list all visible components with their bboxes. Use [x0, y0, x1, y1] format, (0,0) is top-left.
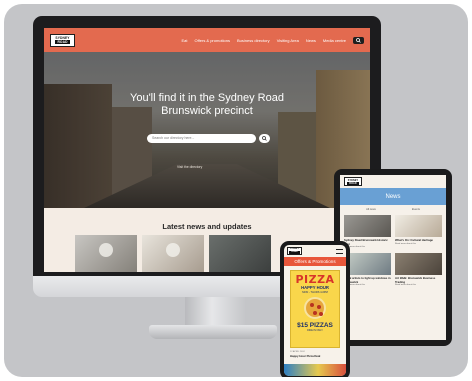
tablet-page-title: News	[385, 193, 401, 200]
news-card[interactable]: Local artists to light up windows in Bru…	[344, 253, 391, 287]
mockup-background: SYDNEY ROAD Eat Offers & promotions Busi…	[4, 4, 468, 377]
nav-item-media[interactable]: Media centre	[323, 38, 346, 43]
news-thumbnail[interactable]	[142, 235, 204, 272]
desktop-screen: SYDNEY ROAD Eat Offers & promotions Busi…	[44, 28, 370, 272]
news-card-title: Sydney Road Brunswick Historic Tour	[344, 238, 388, 245]
tablet-page-banner: News	[340, 188, 446, 205]
directory-link[interactable]: Visit the directory	[177, 165, 202, 169]
search-icon	[356, 37, 361, 43]
pizza-icon	[304, 297, 326, 319]
site-logo[interactable]: SYDNEY ROAD	[287, 247, 302, 255]
tablet-filters: All news Events	[340, 205, 446, 213]
filter-events[interactable]: Events	[412, 208, 420, 211]
hero-search-input[interactable]: Search our directory here...	[147, 134, 256, 143]
news-card-text: Read more about this	[395, 284, 416, 286]
tablet-header: SYDNEY ROAD	[340, 175, 446, 188]
news-card-image	[395, 253, 442, 275]
offer-caption[interactable]: Happy Hour Pizza Deal	[290, 354, 340, 358]
news-card-title: Local artists to light up windows in Bru…	[344, 276, 391, 284]
news-section-title: Latest news and updates	[162, 222, 252, 231]
nav-item-visiting[interactable]: Visiting Area	[277, 38, 299, 43]
hero-search-button[interactable]	[259, 134, 270, 143]
poster-note: DINE IN ONLY	[307, 329, 323, 332]
tablet-screen: SYDNEY ROAD News All news Events Sydney …	[340, 175, 446, 340]
nav-search-button[interactable]	[353, 36, 364, 44]
nav-item-offers[interactable]: Offers & promotions	[195, 38, 231, 43]
news-card[interactable]: Sydney Road Brunswick Historic Tour Read…	[344, 215, 391, 249]
news-card-text: Read more about this	[344, 284, 365, 286]
hero-title-line-2: Brunswick precinct	[161, 105, 253, 117]
hamburger-menu-icon[interactable]	[336, 248, 343, 254]
site-logo[interactable]: SYDNEY ROAD	[344, 177, 362, 186]
news-thumbnail[interactable]	[75, 235, 137, 272]
monitor-base	[149, 325, 277, 339]
hero-banner: You'll find it in the Sydney Road Brunsw…	[44, 52, 370, 208]
offer-date: 12 APRIL 2024	[290, 351, 305, 353]
poster-subtitle: HAPPY HOUR	[301, 285, 329, 290]
tablet-news-grid: Sydney Road Brunswick Historic Tour Read…	[340, 213, 446, 289]
news-card-title: Art Walk: Brunswick Business Trading	[395, 276, 436, 284]
news-card[interactable]: Art Walk: Brunswick Business Trading Rea…	[395, 253, 442, 287]
poster-title: PIZZA	[295, 273, 335, 286]
news-card-image	[344, 215, 391, 237]
phone-header: SYDNEY ROAD	[284, 245, 346, 257]
site-logo[interactable]: SYDNEY ROAD	[50, 33, 75, 47]
site-header: SYDNEY ROAD Eat Offers & promotions Busi…	[44, 28, 370, 52]
news-thumbnail[interactable]	[209, 235, 271, 272]
nav-item-news[interactable]: News	[306, 38, 316, 43]
poster-time: MON - THURS 4-6PM	[302, 291, 328, 294]
logo-text-2: ROAD	[55, 40, 70, 44]
nav-item-eat[interactable]: Eat	[181, 38, 187, 43]
search-icon	[262, 136, 267, 141]
hero-title-line-1: You'll find it in the Sydney Road	[130, 92, 284, 104]
news-card-text: Read more about this	[344, 246, 365, 248]
phone-page-banner: Offers & Promotions	[284, 257, 346, 266]
news-card[interactable]: What's On: Cultural Heritage Read more a…	[395, 215, 442, 249]
news-card-text: Read more about this	[395, 242, 416, 245]
filter-all[interactable]: All news	[366, 208, 376, 211]
phone-screen: SYDNEY ROAD Offers & Promotions PIZZA HA…	[284, 245, 346, 376]
nav-item-directory[interactable]: Business directory	[237, 38, 270, 43]
phone-page-title: Offers & Promotions	[294, 259, 336, 264]
hero-title: You'll find it in the Sydney Road Brunsw…	[44, 92, 370, 118]
news-card-image	[395, 215, 442, 237]
main-nav: Eat Offers & promotions Business directo…	[181, 36, 364, 44]
pizza-promo-poster[interactable]: PIZZA HAPPY HOUR MON - THURS 4-6PM $15 P…	[290, 270, 340, 348]
news-card-image	[344, 253, 391, 275]
logo-text-2: ROAD	[289, 251, 300, 254]
hero-overlay	[44, 52, 370, 208]
footer-image-strip	[284, 364, 346, 376]
poster-price: $15 PIZZAS	[297, 322, 333, 329]
logo-text-2: ROAD	[347, 181, 359, 185]
